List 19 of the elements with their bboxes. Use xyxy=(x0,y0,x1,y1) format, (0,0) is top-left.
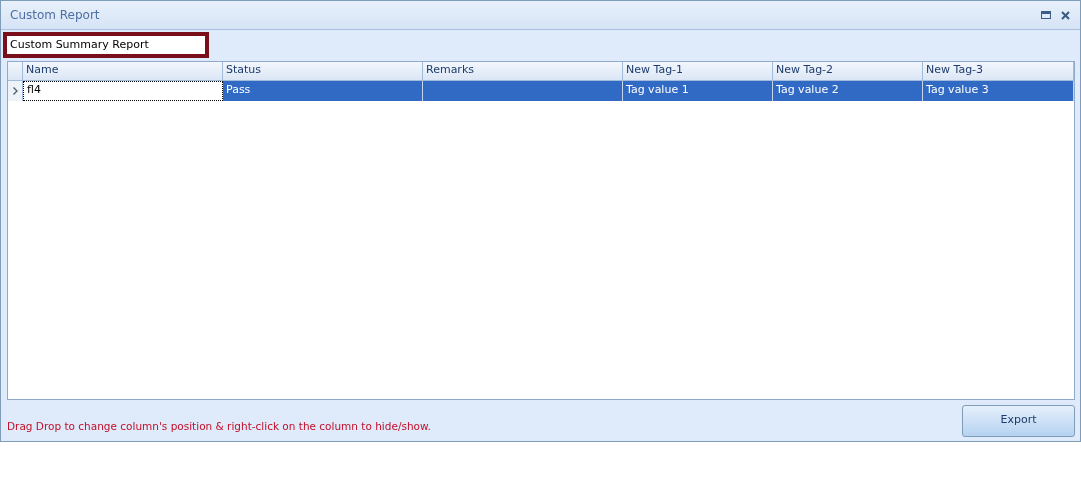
close-icon[interactable] xyxy=(1061,10,1070,20)
table-cell: fl4 xyxy=(23,80,223,101)
window-title: Custom Report xyxy=(10,7,100,24)
column-header[interactable]: New Tag-3 xyxy=(923,61,1074,80)
hint-text: Drag Drop to change column's position & right-click on the column to hide/show. xyxy=(7,418,431,434)
current-row-icon xyxy=(12,86,18,95)
column-header[interactable]: New Tag-2 xyxy=(773,61,923,80)
export-button[interactable]: Export xyxy=(962,404,1075,437)
column-header[interactable]: Remarks xyxy=(423,61,623,80)
maximize-icon[interactable] xyxy=(1041,11,1051,19)
table-row[interactable]: fl4 Pass Tag value 1 Tag value 2 Tag value 3 xyxy=(8,80,1074,101)
table-cell: Pass xyxy=(223,80,423,101)
table-cell: Tag value 2 xyxy=(773,80,923,101)
column-header[interactable]: Name xyxy=(23,61,223,80)
table-cell: Tag value 3 xyxy=(923,80,1074,101)
column-header[interactable]: Status xyxy=(223,61,423,80)
table-cell: Tag value 1 xyxy=(623,80,773,101)
column-header[interactable]: New Tag-1 xyxy=(623,61,773,80)
report-name-field[interactable]: Custom Summary Report xyxy=(3,31,209,58)
